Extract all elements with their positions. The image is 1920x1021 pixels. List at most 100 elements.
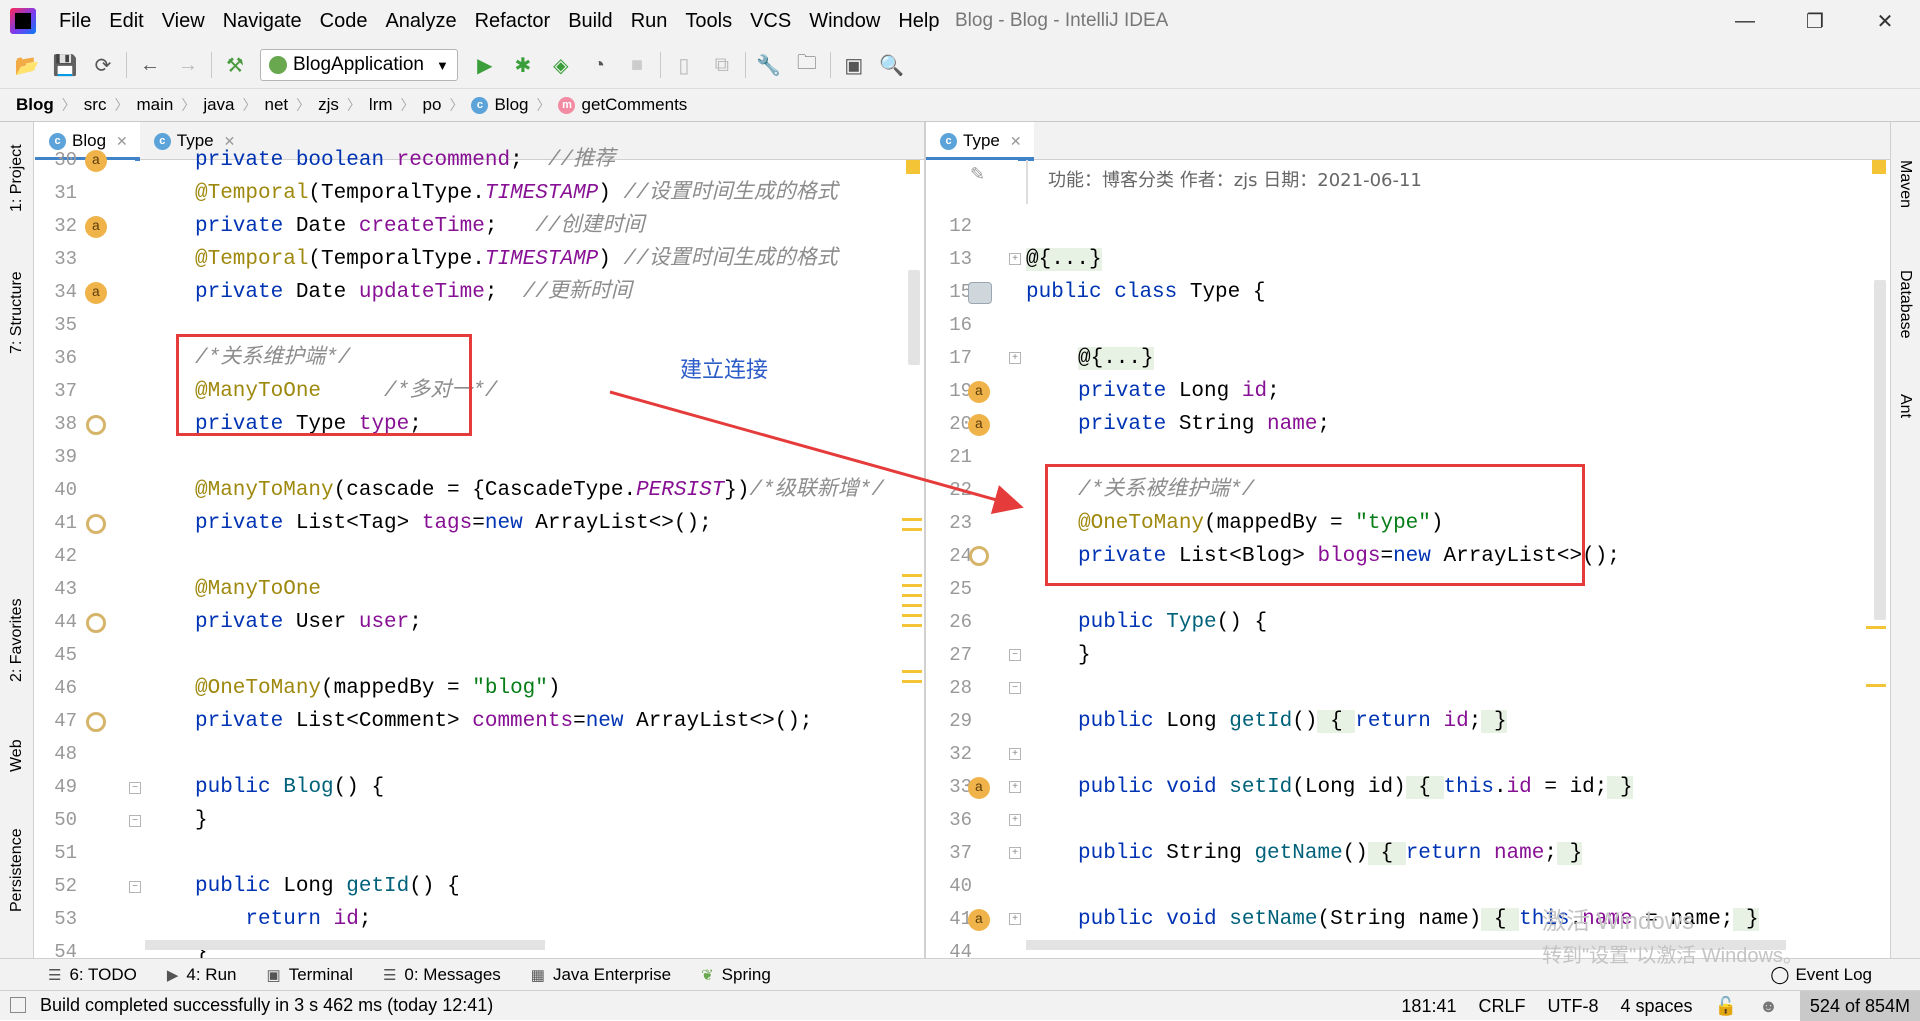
sync-icon[interactable]: ⟳: [84, 46, 122, 84]
vertical-scrollbar[interactable]: [908, 270, 920, 365]
menu-help[interactable]: Help: [889, 0, 948, 42]
menu-vcs[interactable]: VCS: [741, 0, 800, 42]
relation-marker-icon[interactable]: [86, 514, 106, 534]
forward-arrow-icon[interactable]: →: [169, 46, 207, 84]
error-stripe-mark[interactable]: [902, 594, 922, 597]
breadcrumb-item[interactable]: net: [235, 95, 289, 115]
debug-icon[interactable]: ✱: [504, 46, 542, 84]
file-encoding[interactable]: UTF-8: [1548, 996, 1599, 1017]
structure-tool-tab[interactable]: 7: Structure: [8, 271, 26, 354]
breadcrumb-item[interactable]: po: [393, 95, 442, 115]
spring-tab[interactable]: ❦ Spring: [701, 965, 771, 985]
settings-wrench-icon[interactable]: 🔧: [750, 46, 788, 84]
fold-icon[interactable]: −: [1009, 649, 1021, 661]
menu-navigate[interactable]: Navigate: [214, 0, 311, 42]
menu-run[interactable]: Run: [622, 0, 677, 42]
error-stripe-mark[interactable]: [902, 614, 922, 617]
open-folder-icon[interactable]: 📂: [8, 46, 46, 84]
fold-icon[interactable]: +: [1009, 781, 1021, 793]
relation-marker-icon[interactable]: [86, 613, 106, 633]
close-button[interactable]: ✕: [1850, 0, 1920, 42]
error-stripe-mark[interactable]: [902, 670, 922, 673]
menu-tools[interactable]: Tools: [676, 0, 741, 42]
relation-marker-icon[interactable]: [969, 546, 989, 566]
messages-tab[interactable]: ☰ 0: Messages: [383, 965, 501, 985]
ant-tool-tab[interactable]: Ant: [1896, 394, 1914, 418]
database-icon[interactable]: [968, 282, 992, 304]
annotation-marker-icon[interactable]: a: [85, 282, 107, 304]
save-icon[interactable]: 💾: [46, 46, 84, 84]
horizontal-scrollbar[interactable]: [145, 940, 545, 950]
fold-icon[interactable]: +: [1009, 847, 1021, 859]
tab-type[interactable]: c Type ✕: [926, 122, 1034, 161]
annotation-marker-icon[interactable]: a: [85, 216, 107, 238]
fold-icon[interactable]: +: [1009, 748, 1021, 760]
fold-icon[interactable]: +: [1009, 253, 1021, 265]
run-configuration-select[interactable]: BlogApplication ▼: [260, 49, 458, 81]
relation-marker-icon[interactable]: [86, 712, 106, 732]
breadcrumb-item[interactable]: main: [106, 95, 173, 115]
edit-pencil-icon[interactable]: ✎: [970, 164, 985, 185]
error-stripe-mark[interactable]: [902, 518, 922, 521]
error-stripe-mark[interactable]: [902, 680, 922, 683]
menu-analyze[interactable]: Analyze: [376, 0, 465, 42]
breadcrumb-item[interactable]: mgetComments: [528, 95, 687, 115]
stop-icon[interactable]: ■: [618, 46, 656, 84]
attach-icon[interactable]: ⧉: [703, 46, 741, 84]
restore-button[interactable]: ❐: [1780, 0, 1850, 42]
run-tab[interactable]: ▶ 4: Run: [167, 965, 237, 985]
annotation-marker-icon[interactable]: a: [968, 381, 990, 403]
error-stripe-mark[interactable]: [902, 528, 922, 531]
annotation-marker-icon[interactable]: a: [968, 414, 990, 436]
breadcrumb-item[interactable]: zjs: [288, 95, 339, 115]
caret-position[interactable]: 181:41: [1401, 996, 1456, 1017]
breadcrumb-item[interactable]: Blog: [16, 95, 54, 115]
menu-file[interactable]: File: [50, 0, 100, 42]
status-message[interactable]: Build completed successfully in 3 s 462 …: [40, 995, 493, 1016]
error-stripe-mark[interactable]: [902, 604, 922, 607]
todo-tab[interactable]: ☰ 6: TODO: [48, 965, 137, 985]
error-stripe-mark[interactable]: [902, 624, 922, 627]
project-structure-icon[interactable]: 🗀: [788, 46, 826, 84]
profile-icon[interactable]: ◔: [580, 46, 618, 84]
search-icon[interactable]: 🔍: [873, 46, 911, 84]
favorites-tool-tab[interactable]: 2: Favorites: [8, 598, 26, 682]
project-tool-tab[interactable]: 1: Project: [8, 144, 26, 212]
error-stripe-mark[interactable]: [1866, 626, 1886, 629]
menu-edit[interactable]: Edit: [100, 0, 152, 42]
menu-build[interactable]: Build: [559, 0, 621, 42]
breadcrumb-item[interactable]: java: [173, 95, 234, 115]
coverage-icon[interactable]: ◈: [542, 46, 580, 84]
run-icon[interactable]: ▶: [466, 46, 504, 84]
fold-icon[interactable]: −: [1009, 682, 1021, 694]
menu-code[interactable]: Code: [311, 0, 377, 42]
fold-icon[interactable]: +: [1009, 814, 1021, 826]
device-icon[interactable]: ▯: [665, 46, 703, 84]
breadcrumb-item[interactable]: cBlog: [441, 95, 528, 115]
warning-indicator-icon[interactable]: [906, 160, 920, 174]
error-stripe-mark[interactable]: [1866, 684, 1886, 687]
lock-icon[interactable]: 🔓: [1715, 996, 1737, 1017]
persistence-tool-tab[interactable]: Persistence: [8, 828, 26, 912]
right-code-editor[interactable]: ✎ 12 13 15 16 17 19 20 21 22 23 24 25 26…: [926, 160, 1890, 958]
terminal-icon[interactable]: ▣: [835, 46, 873, 84]
database-tool-tab[interactable]: Database: [1896, 270, 1914, 339]
fold-icon[interactable]: +: [1009, 913, 1021, 925]
error-stripe-mark[interactable]: [902, 584, 922, 587]
maven-tool-tab[interactable]: Maven: [1896, 160, 1914, 208]
minimize-button[interactable]: —: [1710, 0, 1780, 42]
annotation-marker-icon[interactable]: a: [968, 777, 990, 799]
terminal-tab[interactable]: ▣ Terminal: [267, 965, 353, 985]
vertical-scrollbar[interactable]: [1874, 280, 1886, 620]
line-separator[interactable]: CRLF: [1478, 996, 1525, 1017]
tool-windows-toggle-icon[interactable]: [10, 997, 26, 1013]
left-code-editor[interactable]: 30 31 32 33 34 35 36 37 38 39 40 41 42 4…: [35, 149, 924, 958]
java-enterprise-tab[interactable]: ▦ Java Enterprise: [531, 965, 671, 985]
inspector-icon[interactable]: ☻: [1759, 996, 1778, 1017]
menu-refactor[interactable]: Refactor: [466, 0, 560, 42]
back-arrow-icon[interactable]: ←: [131, 46, 169, 84]
breadcrumb-item[interactable]: lrm: [339, 95, 393, 115]
breadcrumb-item[interactable]: src: [54, 95, 107, 115]
warning-indicator-icon[interactable]: [1872, 160, 1886, 174]
menu-view[interactable]: View: [153, 0, 214, 42]
